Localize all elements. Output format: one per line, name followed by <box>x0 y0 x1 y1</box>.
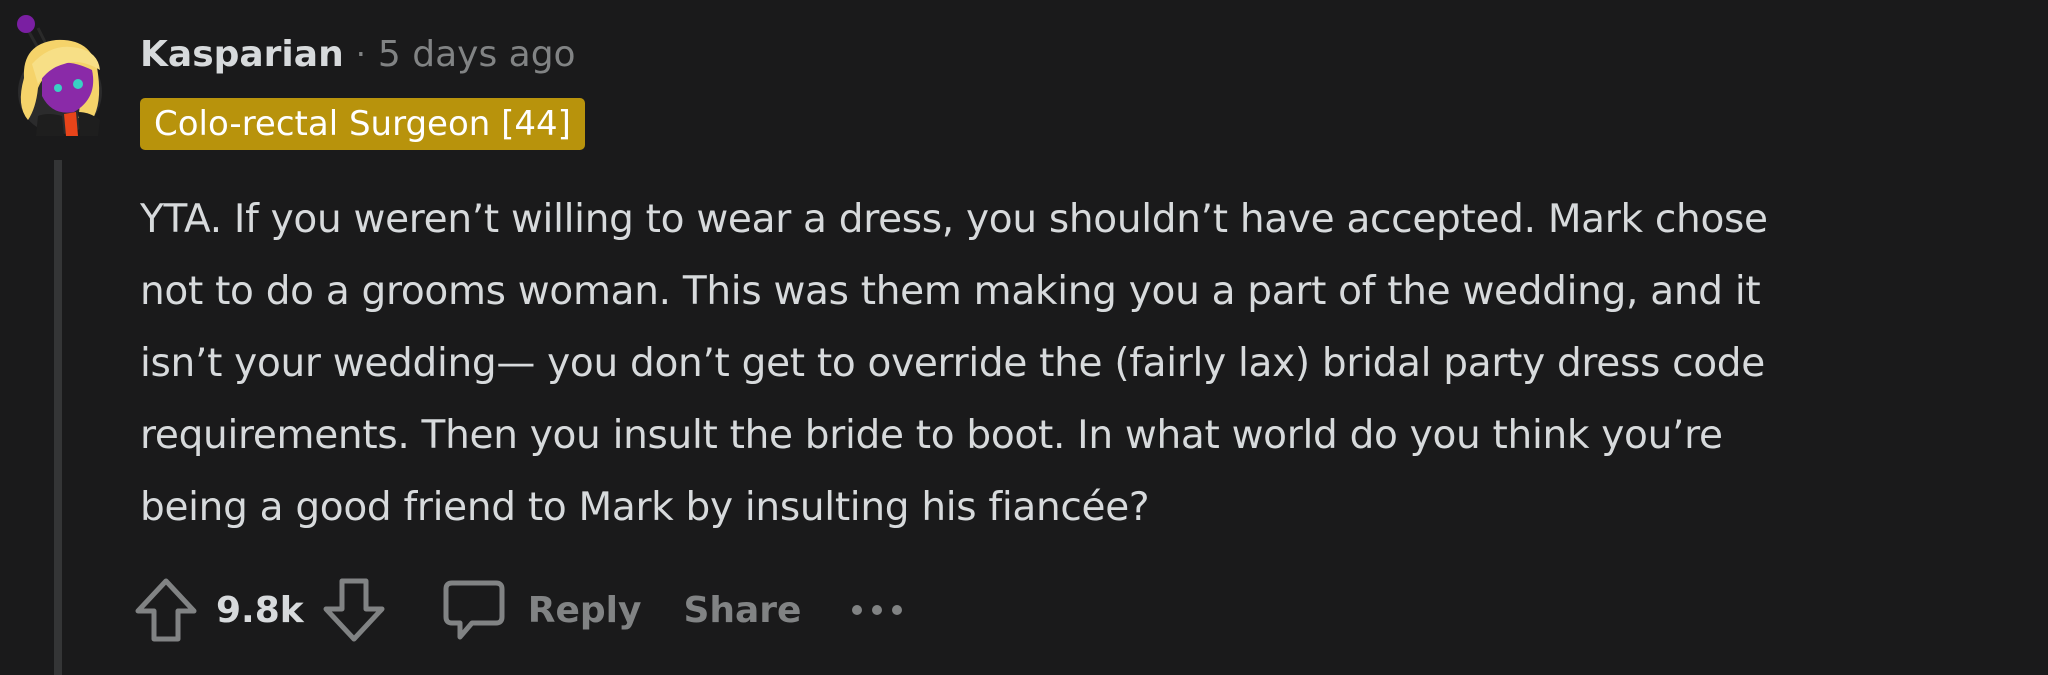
comment-header: Kasparian · 5 days ago <box>140 30 576 78</box>
comment-body-line: YTA. If you weren’t willing to wear a dr… <box>140 197 1768 242</box>
comment-body-line: being a good friend to Mark by insulting… <box>140 485 1150 530</box>
comment-body-line: not to do a grooms woman. This was them … <box>140 269 1761 314</box>
comment-body: YTA. If you weren’t willing to wear a dr… <box>140 184 2020 544</box>
more-horizontal-icon[interactable] <box>849 600 905 620</box>
user-flair: Colo-rectal Surgeon [44] <box>140 98 585 150</box>
comment-body-line: requirements. Then you insult the bride … <box>140 413 1723 458</box>
share-button[interactable]: Share <box>683 590 801 631</box>
reply-button[interactable]: Reply <box>442 577 642 643</box>
username[interactable]: Kasparian <box>140 34 344 75</box>
timestamp[interactable]: 5 days ago <box>378 34 576 75</box>
speech-bubble-icon <box>443 580 505 640</box>
comment-body-line: isn’t your wedding— you don’t get to ove… <box>140 341 1765 386</box>
separator-dot: · <box>355 35 366 73</box>
downvote-arrow-icon[interactable] <box>322 577 386 643</box>
share-label: Share <box>683 589 802 631</box>
vote-score: 9.8k <box>216 589 304 631</box>
avatar[interactable] <box>8 8 110 136</box>
comment-actions: 9.8k Reply Share <box>134 572 905 648</box>
thread-line[interactable] <box>54 160 62 675</box>
upvote-arrow-icon[interactable] <box>134 577 198 643</box>
reply-label: Reply <box>527 589 642 631</box>
